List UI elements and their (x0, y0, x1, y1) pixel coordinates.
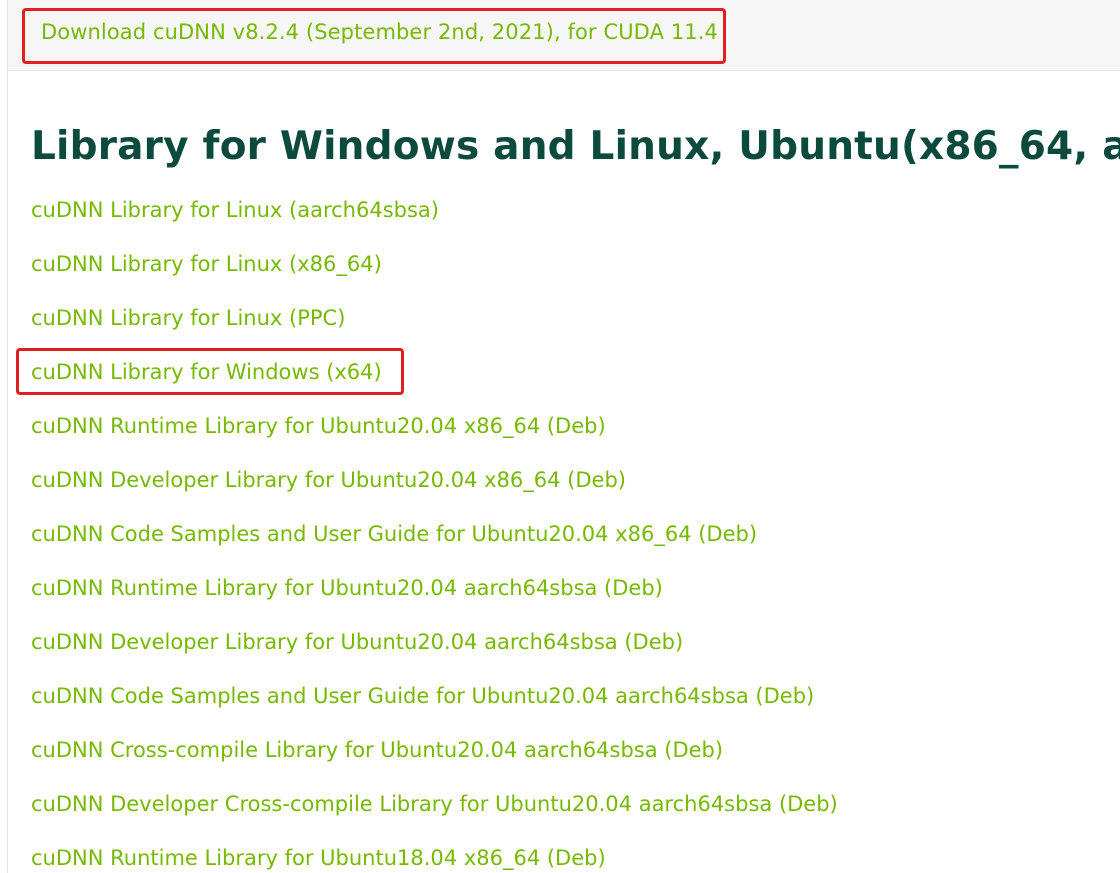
section-heading: Library for Windows and Linux, Ubuntu(x8… (31, 124, 1120, 169)
library-link[interactable]: cuDNN Runtime Library for Ubuntu18.04 x8… (31, 846, 606, 870)
list-item: cuDNN Runtime Library for Ubuntu20.04 x8… (31, 412, 1111, 466)
list-item: cuDNN Developer Library for Ubuntu20.04 … (31, 628, 1111, 682)
download-cudnn-link[interactable]: Download cuDNN v8.2.4 (September 2nd, 20… (41, 20, 718, 44)
library-link[interactable]: cuDNN Code Samples and User Guide for Ub… (31, 522, 757, 546)
download-page: Download cuDNN v8.2.4 (September 2nd, 20… (0, 0, 1120, 873)
list-item: cuDNN Developer Cross-compile Library fo… (31, 790, 1111, 844)
library-link[interactable]: cuDNN Library for Linux (x86_64) (31, 252, 382, 276)
download-accordion-header[interactable]: Download cuDNN v8.2.4 (September 2nd, 20… (8, 0, 1120, 71)
library-download-list: cuDNN Library for Linux (aarch64sbsa) cu… (31, 196, 1111, 873)
library-link[interactable]: cuDNN Developer Library for Ubuntu20.04 … (31, 630, 683, 654)
list-item: cuDNN Cross-compile Library for Ubuntu20… (31, 736, 1111, 790)
list-item: cuDNN Library for Linux (x86_64) (31, 250, 1111, 304)
library-link[interactable]: cuDNN Runtime Library for Ubuntu20.04 aa… (31, 576, 663, 600)
library-link[interactable]: cuDNN Code Samples and User Guide for Ub… (31, 684, 814, 708)
library-link[interactable]: cuDNN Developer Library for Ubuntu20.04 … (31, 468, 626, 492)
library-link[interactable]: cuDNN Library for Linux (aarch64sbsa) (31, 198, 439, 222)
list-item: cuDNN Library for Linux (PPC) (31, 304, 1111, 358)
list-item: cuDNN Code Samples and User Guide for Ub… (31, 682, 1111, 736)
list-item: cuDNN Code Samples and User Guide for Ub… (31, 520, 1111, 574)
library-link[interactable]: cuDNN Developer Cross-compile Library fo… (31, 792, 838, 816)
list-item: cuDNN Runtime Library for Ubuntu18.04 x8… (31, 844, 1111, 873)
library-link[interactable]: cuDNN Cross-compile Library for Ubuntu20… (31, 738, 723, 762)
library-link-windows[interactable]: cuDNN Library for Windows (x64) (31, 360, 382, 384)
left-border (7, 0, 8, 873)
library-link[interactable]: cuDNN Library for Linux (PPC) (31, 306, 345, 330)
library-link[interactable]: cuDNN Runtime Library for Ubuntu20.04 x8… (31, 414, 606, 438)
list-item: cuDNN Developer Library for Ubuntu20.04 … (31, 466, 1111, 520)
list-item: cuDNN Library for Windows (x64) (31, 358, 1111, 412)
list-item: cuDNN Runtime Library for Ubuntu20.04 aa… (31, 574, 1111, 628)
list-item: cuDNN Library for Linux (aarch64sbsa) (31, 196, 1111, 250)
